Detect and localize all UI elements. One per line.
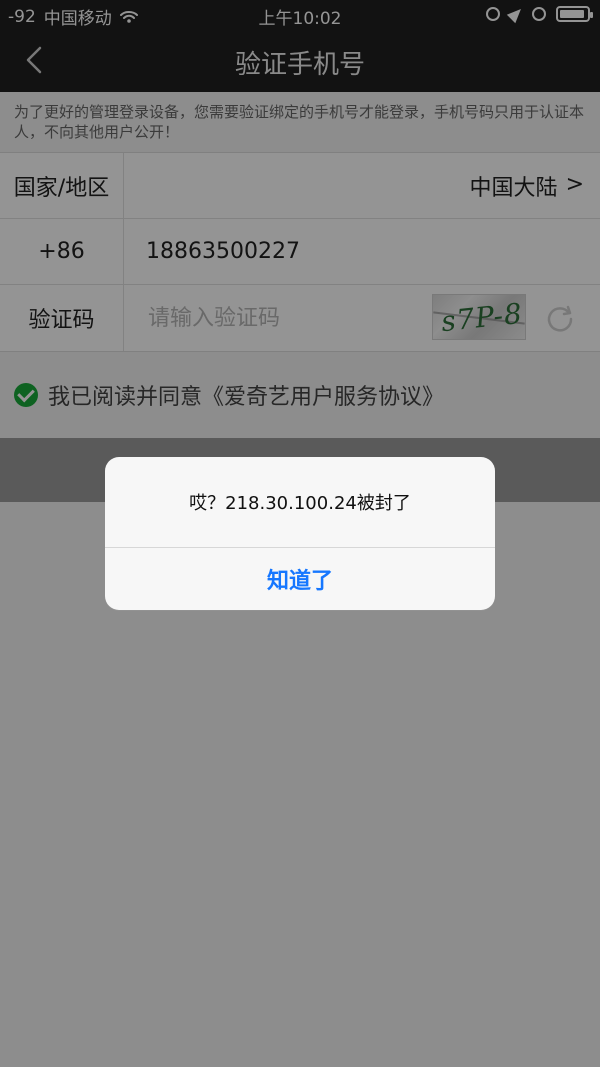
alert-message: 哎？218.30.100.24被封了	[105, 457, 495, 548]
alert-dialog: 哎？218.30.100.24被封了 知道了	[105, 457, 495, 610]
alert-confirm-button[interactable]: 知道了	[105, 548, 495, 610]
screen: -92 中国移动 上午10:02 验证手机号 为了更好的管理登录设备，您需要验证…	[0, 0, 600, 1067]
